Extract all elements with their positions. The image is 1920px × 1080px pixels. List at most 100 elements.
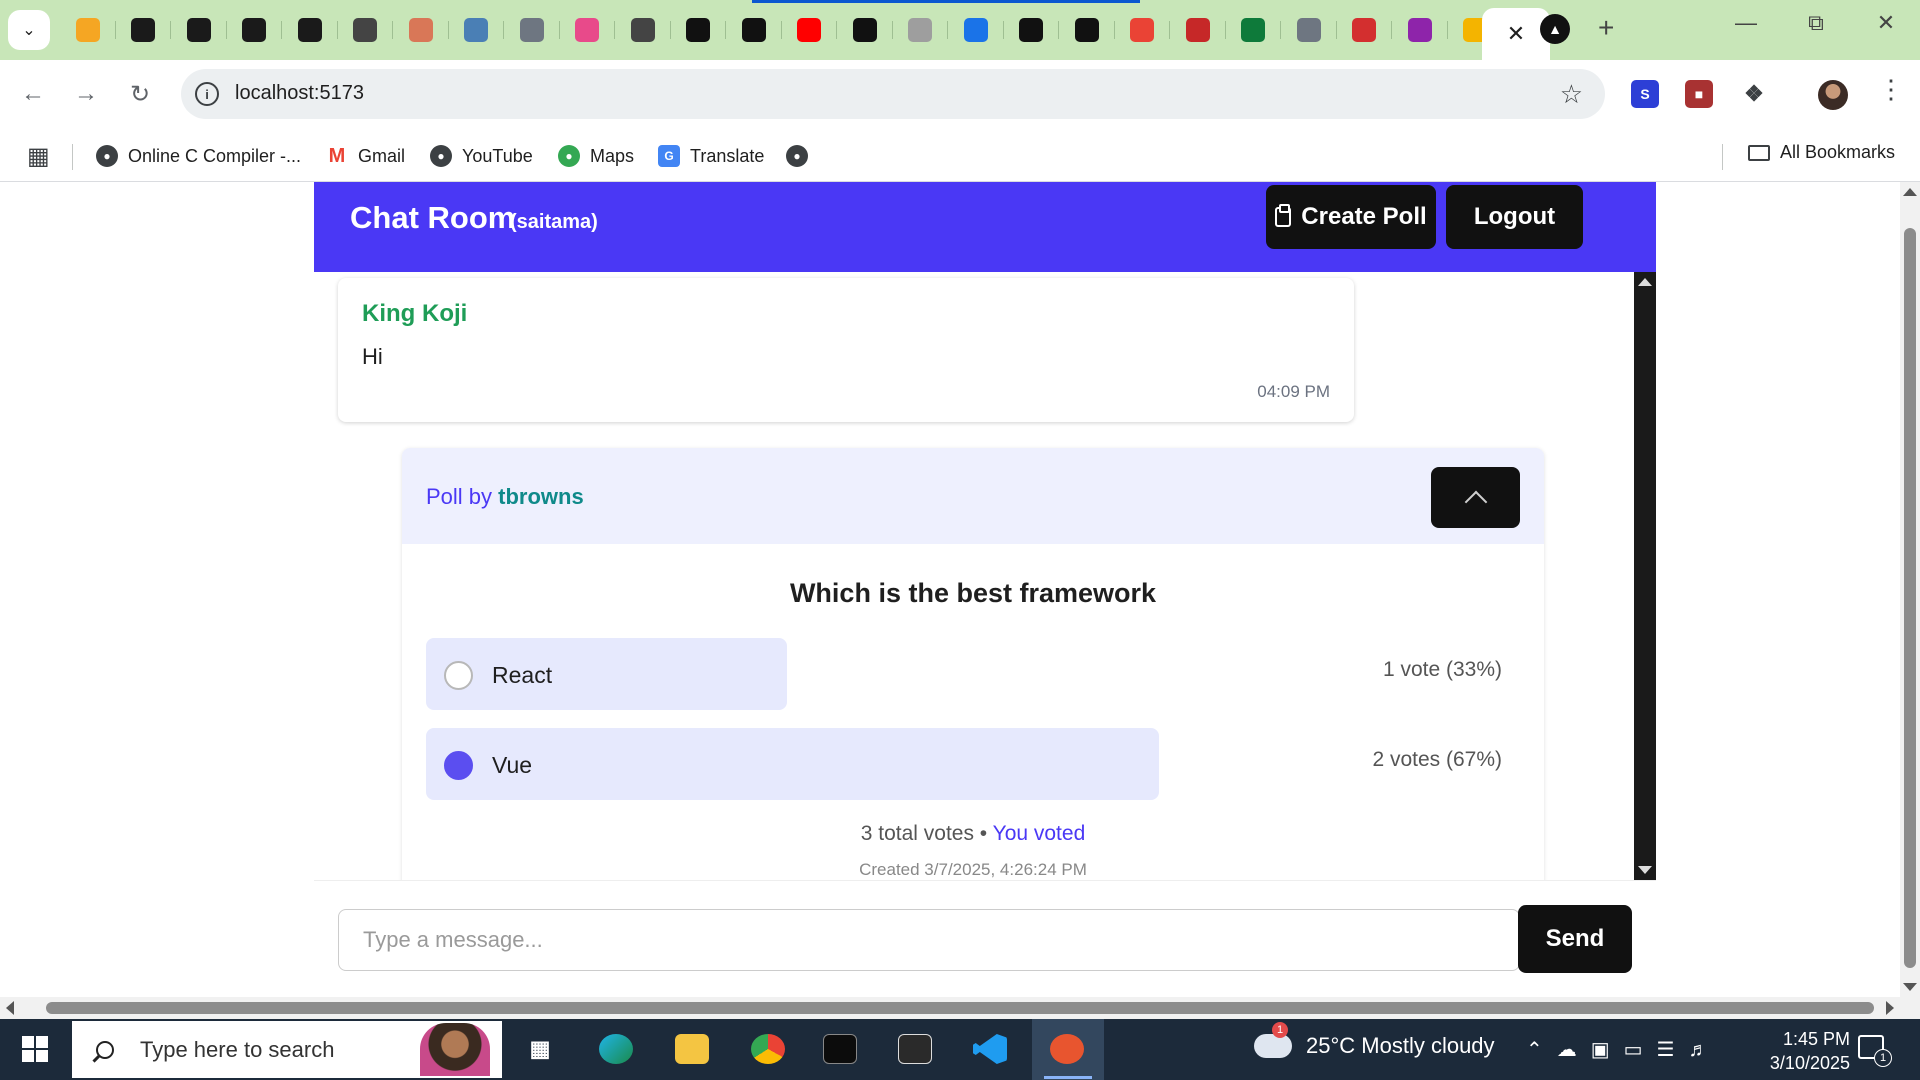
back-button[interactable]: ← — [17, 78, 49, 110]
minimize-button[interactable]: — — [1726, 10, 1766, 36]
scrollbar-thumb[interactable] — [1904, 228, 1916, 968]
address-bar[interactable]: i localhost:5173 ☆ — [181, 69, 1605, 119]
message-list[interactable]: King Koji Hi 04:09 PM Poll by tbrowns Wh… — [314, 272, 1656, 880]
extension-icon[interactable]: S — [1631, 80, 1659, 108]
vscode-icon[interactable] — [968, 1027, 1012, 1071]
scroll-left-icon[interactable] — [6, 1001, 14, 1015]
radio-selected-icon[interactable] — [444, 751, 473, 780]
browser-tab[interactable] — [615, 10, 671, 50]
browser-tab[interactable] — [60, 10, 116, 50]
browser-tab[interactable] — [726, 10, 782, 50]
forward-button[interactable]: → — [70, 78, 102, 110]
url-text[interactable]: localhost:5173 — [235, 82, 364, 105]
bolt-icon — [242, 18, 267, 42]
scroll-down-icon[interactable] — [1638, 866, 1652, 874]
browser-tab[interactable] — [1004, 10, 1060, 50]
scrollbar-thumb[interactable] — [46, 1002, 1874, 1014]
create-poll-button[interactable]: Create Poll — [1266, 185, 1436, 249]
bookmark-globe[interactable]: ● — [786, 142, 818, 170]
extensions-puzzle-icon[interactable]: ❖ — [1740, 80, 1768, 108]
message-timestamp: 04:09 PM — [1257, 382, 1330, 401]
browser-tab[interactable] — [1115, 10, 1171, 50]
notification-center-icon[interactable]: 1 — [1858, 1035, 1892, 1067]
bookmark-gmail[interactable]: M Gmail — [326, 142, 405, 170]
browser-tab[interactable] — [338, 10, 394, 50]
poll-byline: Poll by tbrowns — [426, 484, 584, 510]
v-icon — [1241, 18, 1266, 42]
file-explorer-icon[interactable] — [670, 1027, 714, 1071]
browser-tab[interactable] — [393, 10, 449, 50]
browser-tab[interactable] — [560, 10, 616, 50]
browser-tab[interactable] — [1337, 10, 1393, 50]
site-info-icon[interactable]: i — [195, 82, 219, 106]
browser-tab[interactable] — [671, 10, 727, 50]
tab-list — [60, 10, 1503, 50]
mail-orange-icon — [75, 18, 100, 42]
browser-tab[interactable] — [116, 10, 172, 50]
browser-tab[interactable] — [449, 10, 505, 50]
clock-date: 3/10/2025 — [1769, 1053, 1850, 1073]
poll-card: Poll by tbrowns Which is the best framew… — [402, 448, 1544, 880]
bookmark-maps[interactable]: ● Maps — [558, 142, 634, 170]
system-tray[interactable]: ⌃☁▣▭☰♬ — [1526, 1037, 1722, 1062]
restore-button[interactable]: ⧉ — [1796, 10, 1836, 36]
browser-tab[interactable] — [1281, 10, 1337, 50]
colorwheel-icon — [575, 18, 600, 42]
bookmark-star-icon[interactable]: ☆ — [1560, 79, 1583, 110]
browser-tab[interactable] — [1059, 10, 1115, 50]
scroll-up-icon[interactable] — [1903, 188, 1917, 196]
browser-tab[interactable] — [227, 10, 283, 50]
all-bookmarks-button[interactable]: All Bookmarks — [1748, 142, 1895, 163]
send-button[interactable]: Send — [1518, 905, 1632, 973]
reload-button[interactable]: ↻ — [124, 78, 156, 110]
app-box-icon[interactable] — [893, 1027, 937, 1071]
radio-unselected-icon[interactable] — [444, 661, 473, 690]
browser-tab[interactable] — [282, 10, 338, 50]
browser-tab[interactable] — [1226, 10, 1282, 50]
poll-collapse-button[interactable] — [1431, 467, 1520, 528]
page-vertical-scrollbar[interactable] — [1900, 182, 1920, 997]
taskbar-search[interactable]: Type here to search — [72, 1021, 502, 1078]
task-view-icon[interactable]: ▦ — [518, 1027, 562, 1071]
browser-tab[interactable] — [782, 10, 838, 50]
terminal-icon[interactable] — [818, 1027, 862, 1071]
poll-option-react[interactable]: React — [426, 638, 787, 710]
apps-grid-icon[interactable]: ▦ — [27, 142, 50, 171]
browser-tab[interactable] — [171, 10, 227, 50]
poll-question: Which is the best framework — [789, 578, 1157, 608]
new-tab-button[interactable]: + — [1598, 12, 1614, 44]
browser-menu-icon[interactable]: ⋮ — [1878, 74, 1904, 105]
browser-tab[interactable] — [1392, 10, 1448, 50]
message-list-scrollbar[interactable] — [1634, 272, 1656, 880]
edge-icon[interactable] — [594, 1027, 638, 1071]
active-tab[interactable]: ✕ — [1482, 8, 1550, 60]
scroll-down-icon[interactable] — [1903, 983, 1917, 991]
postman-icon[interactable] — [1045, 1027, 1089, 1071]
profile-avatar[interactable] — [1818, 80, 1848, 110]
message-input[interactable] — [338, 909, 1520, 971]
taskbar-clock[interactable]: 1:45 PM 3/10/2025 — [1740, 1027, 1850, 1075]
windows-start-button[interactable] — [22, 1036, 48, 1062]
extension-icon[interactable]: ■ — [1685, 80, 1713, 108]
browser-tab[interactable] — [948, 10, 1004, 50]
bookmark-translate[interactable]: G Translate — [658, 142, 764, 170]
scroll-up-icon[interactable] — [1638, 278, 1652, 286]
tab-vercel-icon[interactable]: ▲ — [1540, 14, 1570, 44]
close-tab-icon[interactable]: ✕ — [1507, 21, 1525, 47]
page-horizontal-scrollbar[interactable] — [0, 997, 1920, 1019]
logout-button[interactable]: Logout — [1446, 185, 1583, 249]
browser-tab[interactable] — [837, 10, 893, 50]
search-icon — [96, 1040, 114, 1059]
bookmark-online-c-compiler[interactable]: ● Online C Compiler -... — [96, 142, 301, 170]
tab-search-button[interactable]: ⌄ — [8, 10, 50, 50]
scroll-right-icon[interactable] — [1886, 1001, 1894, 1015]
chrome-icon[interactable] — [746, 1027, 790, 1071]
bookmark-youtube[interactable]: ● YouTube — [430, 142, 533, 170]
poll-option-label: Vue — [492, 752, 533, 778]
poll-option-vue[interactable]: Vue — [426, 728, 1159, 800]
browser-tab[interactable] — [1170, 10, 1226, 50]
browser-tab[interactable] — [893, 10, 949, 50]
close-window-button[interactable]: ✕ — [1866, 10, 1906, 36]
browser-tab[interactable] — [504, 10, 560, 50]
weather-widget[interactable]: 1 25°C Mostly cloudy — [1254, 1022, 1495, 1059]
